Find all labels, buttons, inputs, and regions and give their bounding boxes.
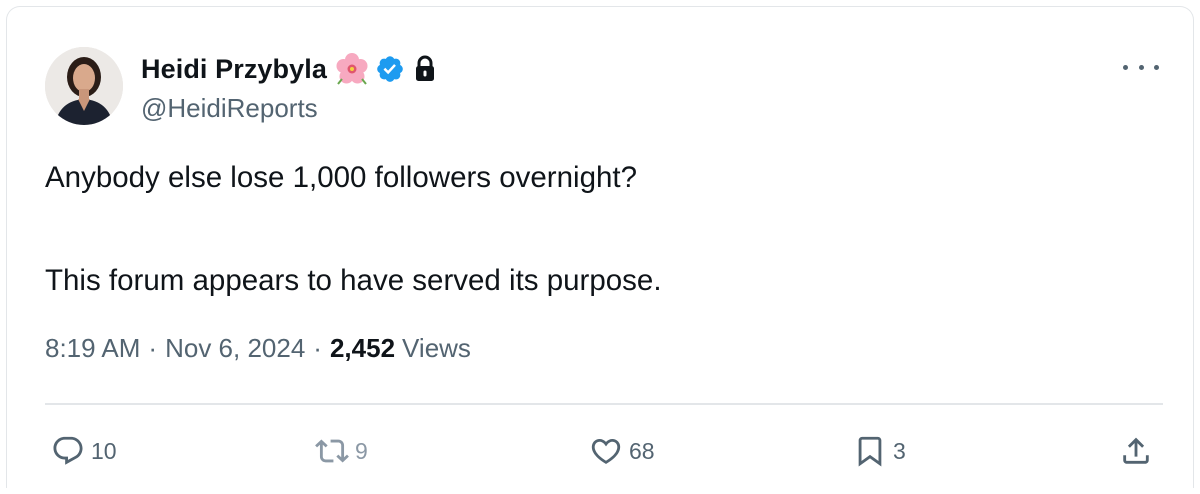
tweet-text-line: Anybody else lose 1,000 followers overni… — [45, 161, 638, 194]
bookmark-icon — [853, 434, 887, 468]
user-handle[interactable]: @HeidiReports — [141, 93, 318, 124]
retweet-count: 9 — [355, 437, 368, 464]
retweet-button[interactable]: 9 — [315, 427, 368, 475]
share-icon — [1119, 434, 1153, 468]
views-count: 2,452 — [329, 333, 396, 363]
share-button[interactable] — [1119, 427, 1159, 475]
tweet-text: Anybody else lose 1,000 followers overni… — [45, 159, 1145, 300]
like-count: 68 — [629, 437, 655, 464]
tweet-text-line: This forum appears to have served its pu… — [45, 264, 662, 297]
retweet-icon — [315, 434, 349, 468]
separator: · — [313, 333, 322, 363]
reply-button[interactable]: 10 — [51, 427, 117, 475]
more-dot — [1138, 64, 1144, 70]
bookmark-button[interactable]: 3 — [853, 427, 906, 475]
reply-icon — [51, 434, 85, 468]
avatar[interactable] — [45, 47, 123, 125]
tweet-card: Heidi Przybyla @HeidiReports Anybody els… — [6, 6, 1194, 488]
tweet-time[interactable]: 8:19 AM — [45, 333, 140, 364]
action-bar: 10 9 68 3 — [7, 427, 1195, 475]
heart-icon — [589, 434, 623, 468]
display-name[interactable]: Heidi Przybyla — [141, 54, 327, 85]
divider — [45, 403, 1163, 405]
more-dot — [1154, 64, 1159, 70]
separator: · — [148, 333, 158, 363]
like-button[interactable]: 68 — [589, 427, 655, 475]
reply-count: 10 — [91, 437, 117, 464]
verified-badge-icon[interactable] — [375, 54, 405, 84]
avatar-image — [45, 47, 123, 125]
lock-icon — [413, 55, 437, 83]
more-dot — [1123, 64, 1128, 70]
flower-emoji-icon — [335, 52, 369, 86]
bookmark-count: 3 — [893, 437, 906, 464]
author-name-row: Heidi Przybyla — [141, 49, 437, 89]
tweet-metadata: 8:19 AM · Nov 6, 2024 · 2,452 Views — [45, 333, 471, 364]
tweet-date[interactable]: Nov 6, 2024 — [165, 333, 305, 364]
more-options-icon[interactable] — [1123, 57, 1159, 77]
views-label: Views — [402, 333, 471, 363]
